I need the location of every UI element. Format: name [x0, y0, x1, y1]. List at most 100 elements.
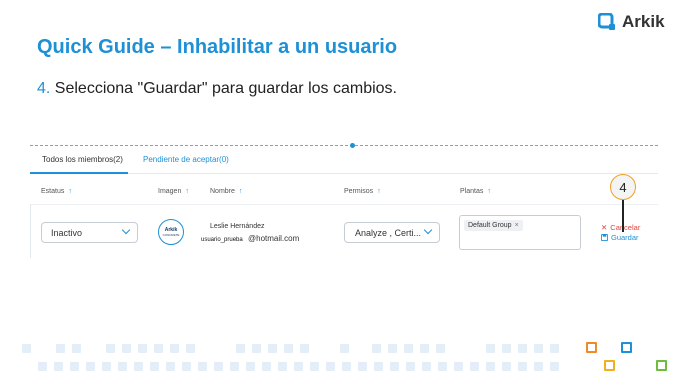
decor-square — [54, 362, 63, 371]
decor-square-orange — [586, 342, 597, 353]
user-email: @hotmail.com — [248, 234, 300, 243]
decor-square — [470, 362, 479, 371]
decor-square — [358, 362, 367, 371]
column-header-plants[interactable]: Plantas ↑ — [460, 188, 491, 195]
decor-square — [342, 362, 351, 371]
sort-arrow-icon: ↑ — [185, 188, 189, 195]
decor-square — [502, 344, 511, 353]
decor-square — [198, 362, 207, 371]
chevron-down-icon — [423, 225, 433, 235]
decor-square — [166, 362, 175, 371]
decor-square — [372, 344, 381, 353]
user-id-overlay: usuario_prueba — [201, 237, 243, 243]
decor-square — [534, 362, 543, 371]
status-select[interactable]: Inactivo — [41, 222, 138, 243]
sort-arrow-icon: ↑ — [377, 188, 381, 195]
status-select-value: Inactivo — [51, 228, 83, 238]
chip-remove-icon[interactable]: × — [515, 222, 519, 229]
decor-square — [300, 344, 309, 353]
permissions-select-value: Analyze , Certi... — [355, 228, 422, 238]
decor-square — [106, 344, 115, 353]
plant-chip: Default Group × — [464, 220, 523, 231]
decor-square — [436, 344, 445, 353]
active-tab-underline — [30, 172, 128, 174]
cancel-label: Cancelar — [610, 223, 641, 232]
decor-square — [122, 344, 131, 353]
column-header-permissions[interactable]: Permisos ↑ — [344, 188, 381, 195]
member-tabs: Todos los miembros(2) Pendiente de acept… — [30, 150, 658, 174]
decor-square-yellow — [604, 360, 615, 371]
decor-square — [406, 362, 415, 371]
plants-multiselect[interactable]: Default Group × — [459, 215, 581, 250]
decor-square — [284, 344, 293, 353]
column-header-status[interactable]: Estatus ↑ — [41, 188, 72, 195]
decor-square — [374, 362, 383, 371]
decor-square — [38, 362, 47, 371]
sort-arrow-icon: ↑ — [68, 188, 72, 195]
decor-square — [518, 344, 527, 353]
dashed-divider — [30, 145, 658, 146]
decor-square — [268, 344, 277, 353]
decor-square — [486, 344, 495, 353]
decor-square — [22, 344, 31, 353]
step-instruction: 4. Selecciona "Guardar" para guardar los… — [37, 80, 397, 98]
step-number: 4. — [37, 80, 51, 97]
decor-square — [310, 362, 319, 371]
decor-square-blue — [621, 342, 632, 353]
decor-square — [486, 362, 495, 371]
decor-square — [150, 362, 159, 371]
decor-square — [294, 362, 303, 371]
column-header-name[interactable]: Nombre ↑ — [210, 188, 242, 195]
tab-pending-accept[interactable]: Pendiente de aceptar(0) — [143, 155, 229, 164]
decor-square — [102, 362, 111, 371]
decor-square — [438, 362, 447, 371]
step-text: Selecciona "Guardar" para guardar los ca… — [50, 80, 397, 97]
decor-square — [138, 344, 147, 353]
decor-square — [118, 362, 127, 371]
decor-square — [454, 362, 463, 371]
decor-square — [56, 344, 65, 353]
decor-square — [502, 362, 511, 371]
decor-square — [420, 344, 429, 353]
column-header-label: Imagen — [158, 188, 182, 195]
row-separator — [30, 204, 658, 205]
decor-square — [262, 362, 271, 371]
row-left-border — [30, 204, 31, 258]
decor-square — [326, 362, 335, 371]
column-header-label: Estatus — [41, 188, 65, 195]
divider-dot — [350, 143, 355, 148]
column-header-label: Permisos — [344, 188, 374, 195]
arkik-logo-icon — [598, 13, 615, 30]
decor-square — [70, 362, 79, 371]
save-icon — [601, 234, 608, 241]
column-header-image[interactable]: Imagen ↑ — [158, 188, 189, 195]
decor-square — [404, 344, 413, 353]
decor-square — [182, 362, 191, 371]
permissions-select[interactable]: Analyze , Certi... — [344, 222, 440, 243]
avatar-subtext: CONCRETE — [162, 233, 180, 237]
decor-square — [422, 362, 431, 371]
decor-square — [246, 362, 255, 371]
decor-square — [340, 344, 349, 353]
decor-square — [86, 362, 95, 371]
decor-square — [154, 344, 163, 353]
arkik-logo: Arkik — [598, 12, 665, 32]
chevron-down-icon — [121, 225, 131, 235]
decor-square — [388, 344, 397, 353]
decor-square — [390, 362, 399, 371]
decor-square — [252, 344, 261, 353]
decor-square-green — [656, 360, 667, 371]
column-header-label: Plantas — [460, 188, 484, 195]
save-button[interactable]: Guardar — [601, 233, 639, 242]
decor-square — [72, 344, 81, 353]
decor-square — [230, 362, 239, 371]
slide-title: Quick Guide – Inhabilitar a un usuario — [37, 36, 398, 58]
sort-arrow-icon: ↑ — [487, 188, 491, 195]
callout-number: 4 — [619, 179, 627, 195]
decor-square — [214, 362, 223, 371]
avatar: Arkik CONCRETE — [158, 219, 184, 245]
close-icon: ✕ — [601, 223, 608, 232]
decor-square — [236, 344, 245, 353]
cancel-button[interactable]: ✕ Cancelar — [601, 223, 640, 232]
tab-all-members[interactable]: Todos los miembros(2) — [42, 155, 123, 164]
